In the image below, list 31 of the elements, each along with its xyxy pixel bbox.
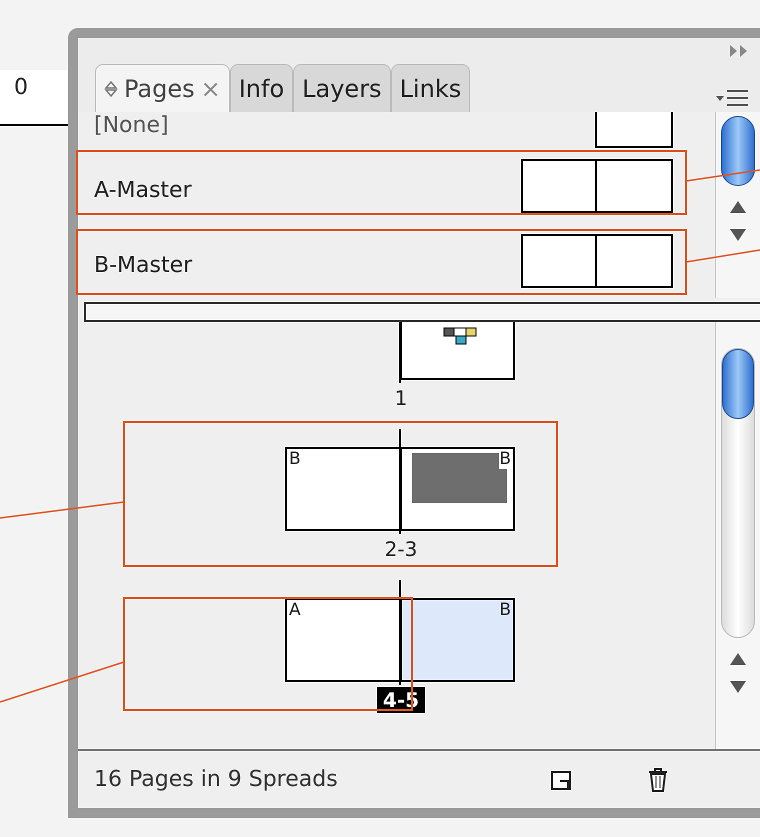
panel-tab[interactable]: Layers: [293, 64, 391, 112]
scroll-down-icon[interactable]: [729, 680, 747, 694]
scrollbar[interactable]: [715, 112, 760, 298]
status-text: 16 Pages in 9 Spreads: [94, 766, 339, 794]
scroll-thumb[interactable]: [721, 116, 755, 186]
master-prefix: A: [289, 600, 301, 620]
trash-icon[interactable]: [646, 766, 670, 792]
scrollbar[interactable]: [715, 322, 760, 749]
page-thumbnail[interactable]: B: [400, 447, 515, 531]
page-thumbnail[interactable]: B: [285, 447, 400, 531]
scroll-up-icon[interactable]: [729, 200, 747, 214]
panel-tab[interactable]: Pages ×: [95, 64, 230, 112]
menu-icon[interactable]: [715, 88, 749, 108]
master-row[interactable]: B-Master: [78, 223, 715, 298]
master-prefix: B: [499, 600, 511, 620]
new-page-icon[interactable]: [550, 768, 574, 790]
spread-label[interactable]: 1: [388, 385, 414, 411]
spread-label[interactable]: 2-3: [378, 536, 424, 562]
master-row[interactable]: [None]: [78, 112, 715, 148]
scroll-thumb[interactable]: [722, 349, 754, 419]
ruler-number: 0: [13, 74, 28, 102]
panel-tab[interactable]: Info: [230, 64, 294, 112]
panel-tab[interactable]: Links: [390, 64, 470, 112]
master-prefix: B: [289, 449, 301, 469]
sort-icon: [104, 80, 118, 98]
scroll-down-icon[interactable]: [729, 228, 747, 242]
master-prefix: B: [499, 449, 511, 469]
master-row[interactable]: A-Master: [78, 148, 715, 223]
page-thumbnail[interactable]: B: [400, 598, 515, 682]
scroll-up-icon[interactable]: [729, 652, 747, 666]
page-thumbnail[interactable]: A: [285, 598, 400, 682]
